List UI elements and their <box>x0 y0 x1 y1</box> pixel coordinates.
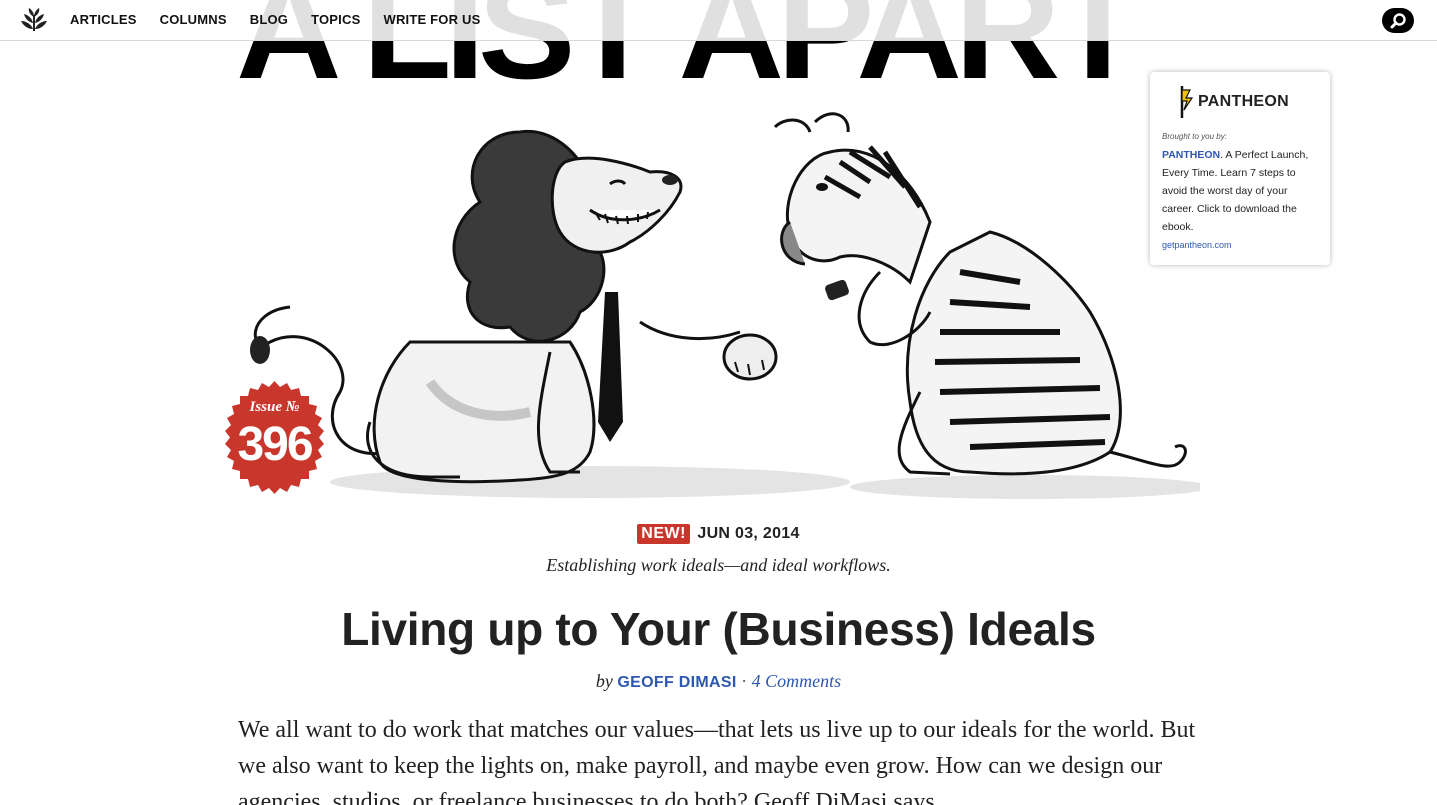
byline-separator: · <box>741 671 748 691</box>
issue-number: 396 <box>237 418 313 471</box>
search-button[interactable] <box>1382 8 1414 33</box>
search-icon <box>1390 12 1406 28</box>
sponsor-link[interactable]: PANTHEON <box>1162 149 1220 161</box>
author-link[interactable]: GEOFF DIMASI <box>617 674 736 691</box>
comments-link[interactable]: 4 Comments <box>752 671 842 691</box>
issue-badge[interactable]: Issue № 396 <box>216 379 333 496</box>
new-badge: NEW! <box>637 524 690 544</box>
pantheon-bolt-icon <box>1180 86 1194 118</box>
sponsor-logo[interactable]: PANTHEON <box>1176 86 1289 118</box>
nav-columns[interactable]: COLUMNS <box>160 12 227 27</box>
sponsor-url[interactable]: getpantheon.com <box>1162 240 1232 250</box>
sponsor-brand-name: PANTHEON <box>1198 93 1289 110</box>
article-intro: We all want to do work that matches our … <box>238 717 1196 805</box>
lion-zebra-illustration <box>250 112 1200 499</box>
nav-articles[interactable]: ARTICLES <box>70 12 137 27</box>
sponsor-text: PANTHEON. A Perfect Launch, Every Time. … <box>1162 146 1320 236</box>
top-navigation: ARTICLES COLUMNS BLOG TOPICS WRITE FOR U… <box>0 0 1437 41</box>
sponsor-brought-by: Brought to you by: <box>1162 132 1227 141</box>
article-date: JUN 03, 2014 <box>697 525 800 542</box>
byline: by GEOFF DIMASI · 4 Comments <box>0 671 1437 692</box>
nav-topics[interactable]: TOPICS <box>311 12 360 27</box>
zebra-figure <box>773 112 1187 476</box>
main-nav: ARTICLES COLUMNS BLOG TOPICS WRITE FOR U… <box>70 12 503 27</box>
nav-write-for-us[interactable]: WRITE FOR US <box>383 12 480 27</box>
nav-blog[interactable]: BLOG <box>250 12 288 27</box>
issue-label: Issue № <box>249 399 300 415</box>
sponsor-box[interactable]: PANTHEON Brought to you by: PANTHEON. A … <box>1150 72 1330 265</box>
article-dek: Establishing work ideals—and ideal workf… <box>546 555 891 575</box>
article-title[interactable]: Living up to Your (Business) Ideals <box>0 602 1437 656</box>
laurel-icon[interactable] <box>20 7 48 33</box>
article-date-row: NEW! JUN 03, 2014 <box>0 524 1437 544</box>
byline-by: by <box>595 671 613 691</box>
sponsor-description: . A Perfect Launch, Every Time. Learn 7 … <box>1162 149 1309 233</box>
